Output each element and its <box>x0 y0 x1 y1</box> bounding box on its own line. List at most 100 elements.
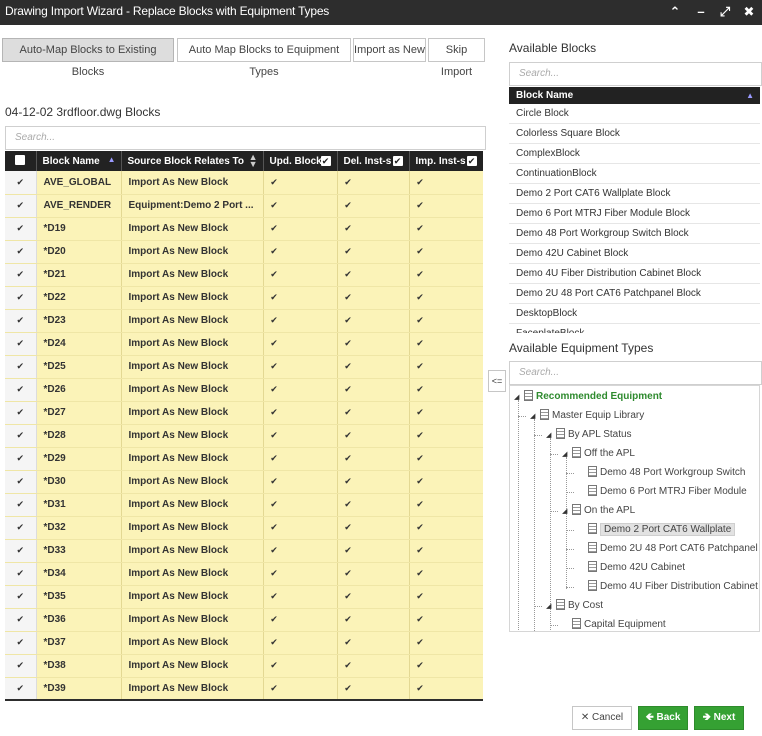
imp-inst-cell[interactable]: ✔ <box>409 470 483 494</box>
row-select-cell[interactable]: ✔ <box>5 240 37 264</box>
upd-block-cell[interactable]: ✔ <box>263 401 338 425</box>
source-block-cell[interactable]: Import As New Block <box>121 631 264 655</box>
upd-block-checkbox[interactable]: ✔ <box>270 545 279 555</box>
del-inst-checkbox[interactable]: ✔ <box>344 315 353 325</box>
imp-inst-checkbox[interactable]: ✔ <box>416 568 425 578</box>
assign-block-button[interactable]: <= <box>488 370 506 392</box>
del-inst-cell[interactable]: ✔ <box>337 447 410 471</box>
row-select-cell[interactable]: ✔ <box>5 424 37 448</box>
tree-node[interactable]: ◢ Master Equip Library <box>530 406 644 425</box>
upd-block-cell[interactable]: ✔ <box>263 424 338 448</box>
del-inst-cell[interactable]: ✔ <box>337 493 410 517</box>
row-select-checkbox[interactable]: ✔ <box>16 614 25 624</box>
imp-inst-checkbox[interactable]: ✔ <box>416 522 425 532</box>
del-inst-cell[interactable]: ✔ <box>337 286 410 310</box>
imp-inst-checkbox[interactable]: ✔ <box>416 292 425 302</box>
imp-inst-checkbox[interactable]: ✔ <box>416 223 425 233</box>
del-inst-checkbox[interactable]: ✔ <box>344 177 353 187</box>
list-item[interactable]: Demo 6 Port MTRJ Fiber Module Block <box>509 204 760 224</box>
list-item[interactable]: Demo 2U 48 Port CAT6 Patchpanel Block <box>509 284 760 304</box>
imp-inst-cell[interactable]: ✔ <box>409 378 483 402</box>
imp-inst-cell[interactable]: ✔ <box>409 447 483 471</box>
upd-block-checkbox[interactable]: ✔ <box>270 361 279 371</box>
imp-inst-checkbox[interactable]: ✔ <box>416 246 425 256</box>
imp-inst-cell[interactable]: ✔ <box>409 263 483 287</box>
del-inst-checkbox[interactable]: ✔ <box>344 453 353 463</box>
del-inst-cell[interactable]: ✔ <box>337 585 410 609</box>
tree-node[interactable]: Demo 2 Port CAT6 Wallplate <box>578 520 736 539</box>
del-inst-checkbox[interactable]: ✔ <box>344 269 353 279</box>
upd-block-checkbox[interactable]: ✔ <box>270 453 279 463</box>
row-select-checkbox[interactable]: ✔ <box>16 430 25 440</box>
expand-toggle-icon[interactable]: ◢ <box>530 407 538 426</box>
row-select-checkbox[interactable]: ✔ <box>16 223 25 233</box>
imp-inst-checkbox[interactable]: ✔ <box>416 361 425 371</box>
tree-node[interactable]: ◢ Off the APL <box>562 444 635 463</box>
upd-block-checkbox[interactable]: ✔ <box>270 637 279 647</box>
minimize-icon[interactable]: – <box>692 3 710 21</box>
row-select-checkbox[interactable]: ✔ <box>16 269 25 279</box>
row-select-checkbox[interactable]: ✔ <box>16 315 25 325</box>
imp-inst-cell[interactable]: ✔ <box>409 401 483 425</box>
blocks-search-input[interactable]: Search... <box>5 126 486 150</box>
row-select-checkbox[interactable]: ✔ <box>16 292 25 302</box>
upd-block-cell[interactable]: ✔ <box>263 493 338 517</box>
upd-block-checkbox[interactable]: ✔ <box>270 591 279 601</box>
upd-block-cell[interactable]: ✔ <box>263 447 338 471</box>
list-item[interactable]: ContinuationBlock <box>509 164 760 184</box>
upd-block-checkbox[interactable]: ✔ <box>270 614 279 624</box>
imp-inst-cell[interactable]: ✔ <box>409 332 483 356</box>
imp-inst-all-checkbox[interactable]: ✔ <box>466 156 477 166</box>
row-select-cell[interactable]: ✔ <box>5 309 37 333</box>
source-block-cell[interactable]: Import As New Block <box>121 378 264 402</box>
upd-block-cell[interactable]: ✔ <box>263 263 338 287</box>
imp-inst-checkbox[interactable]: ✔ <box>416 453 425 463</box>
row-select-cell[interactable]: ✔ <box>5 493 37 517</box>
source-block-cell[interactable]: Import As New Block <box>121 585 264 609</box>
upd-block-cell[interactable]: ✔ <box>263 585 338 609</box>
upd-block-checkbox[interactable]: ✔ <box>270 522 279 532</box>
del-inst-checkbox[interactable]: ✔ <box>344 246 353 256</box>
del-inst-checkbox[interactable]: ✔ <box>344 430 353 440</box>
import-as-new-button[interactable]: Import as New <box>353 38 426 62</box>
row-select-checkbox[interactable]: ✔ <box>16 476 25 486</box>
del-inst-cell[interactable]: ✔ <box>337 677 410 699</box>
row-select-cell[interactable]: ✔ <box>5 608 37 632</box>
next-button[interactable]: 🡺 Next <box>694 706 744 730</box>
expand-toggle-icon[interactable]: ◢ <box>562 445 570 464</box>
upd-block-cell[interactable]: ✔ <box>263 309 338 333</box>
tree-node[interactable]: ◢ By APL Status <box>546 425 632 444</box>
row-select-cell[interactable]: ✔ <box>5 286 37 310</box>
skip-import-button[interactable]: Skip Import <box>428 38 485 78</box>
upd-block-checkbox[interactable]: ✔ <box>270 476 279 486</box>
list-item[interactable]: FaceplateBlock <box>509 324 760 333</box>
expand-toggle-icon[interactable]: ◢ <box>546 426 554 445</box>
row-select-checkbox[interactable]: ✔ <box>16 338 25 348</box>
del-inst-cell[interactable]: ✔ <box>337 424 410 448</box>
upd-block-cell[interactable]: ✔ <box>263 171 338 195</box>
upd-block-checkbox[interactable]: ✔ <box>270 338 279 348</box>
tree-node[interactable]: Demo 6 Port MTRJ Fiber Module <box>578 482 747 501</box>
list-item[interactable]: Demo 4U Fiber Distribution Cabinet Block <box>509 264 760 284</box>
source-block-cell[interactable]: Import As New Block <box>121 286 264 310</box>
del-inst-cell[interactable]: ✔ <box>337 171 410 195</box>
tree-node[interactable]: Capital Equipment <box>562 615 666 631</box>
row-select-cell[interactable]: ✔ <box>5 263 37 287</box>
imp-inst-cell[interactable]: ✔ <box>409 424 483 448</box>
table-row[interactable]: ✔ AVE_GLOBAL Import As New Block ✔ ✔ ✔ <box>5 171 483 195</box>
upd-block-checkbox[interactable]: ✔ <box>270 384 279 394</box>
table-row[interactable]: ✔ *D33 Import As New Block ✔ ✔ ✔ <box>5 539 483 563</box>
row-select-cell[interactable]: ✔ <box>5 516 37 540</box>
upd-block-checkbox[interactable]: ✔ <box>270 292 279 302</box>
table-row[interactable]: ✔ *D36 Import As New Block ✔ ✔ ✔ <box>5 608 483 632</box>
auto-map-equipment-button[interactable]: Auto Map Blocks to Equipment Types <box>177 38 351 78</box>
upd-block-cell[interactable]: ✔ <box>263 470 338 494</box>
del-inst-cell[interactable]: ✔ <box>337 539 410 563</box>
source-block-cell[interactable]: Import As New Block <box>121 539 264 563</box>
table-row[interactable]: ✔ *D37 Import As New Block ✔ ✔ ✔ <box>5 631 483 655</box>
del-inst-checkbox[interactable]: ✔ <box>344 292 353 302</box>
upd-block-checkbox[interactable]: ✔ <box>270 660 279 670</box>
upd-block-checkbox[interactable]: ✔ <box>270 499 279 509</box>
imp-inst-cell[interactable]: ✔ <box>409 217 483 241</box>
del-inst-cell[interactable]: ✔ <box>337 608 410 632</box>
